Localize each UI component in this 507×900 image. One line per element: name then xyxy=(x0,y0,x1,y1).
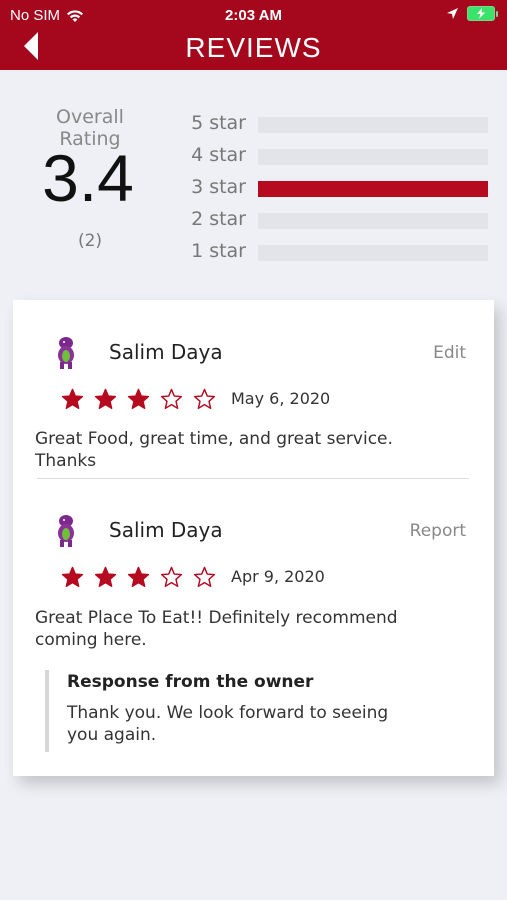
star-rating xyxy=(61,388,216,411)
rating-bar-4: 4 star xyxy=(186,144,491,168)
reviewer-name: Salim Daya xyxy=(109,518,223,542)
rating-bar-3: 3 star xyxy=(186,176,491,200)
review-comment: Great Place To Eat!! Definitely recommen… xyxy=(35,608,398,650)
reviewer-name: Salim Daya xyxy=(109,340,223,364)
purple-dinosaur-avatar xyxy=(58,337,74,369)
star-filled-icon xyxy=(61,566,84,588)
star-outline-icon xyxy=(193,566,216,588)
rating-bar-2: 2 star xyxy=(186,208,491,232)
star-filled-icon xyxy=(127,566,150,588)
star-rating xyxy=(61,566,216,589)
rating-bar-label: 3 star xyxy=(191,176,246,198)
rating-bar-label: 5 star xyxy=(191,112,246,134)
star-filled-icon xyxy=(94,566,117,588)
overall-rating-value: 3.4 xyxy=(42,141,134,215)
star-filled-icon xyxy=(61,388,84,410)
purple-dinosaur-avatar xyxy=(58,515,74,547)
owner-response-text: Thank you. We look forward to seeing you… xyxy=(67,703,389,745)
rating-bar-track xyxy=(258,117,488,133)
star-outline-icon xyxy=(160,388,183,410)
report-review-link[interactable]: Report xyxy=(410,521,466,541)
location-arrow-icon xyxy=(447,8,458,19)
rating-bar-track xyxy=(258,181,488,197)
rating-bar-label: 4 star xyxy=(191,144,246,166)
star-outline-icon xyxy=(193,388,216,410)
status-bar: No SIM 2:03 AM xyxy=(0,4,507,26)
rating-bar-label: 2 star xyxy=(191,208,246,230)
rating-bar-track xyxy=(258,149,488,165)
review-comment: Great Food, great time, and great servic… xyxy=(35,429,393,471)
battery-charging-icon xyxy=(467,6,498,21)
star-outline-icon xyxy=(160,566,183,588)
rating-bar-fill xyxy=(258,181,488,197)
rating-bar-1: 1 star xyxy=(186,240,491,264)
reviews-card: Salim Daya Edit May 6, 2020 Great Food, … xyxy=(13,300,494,776)
page-title: REVIEWS xyxy=(185,32,322,63)
star-filled-icon xyxy=(127,388,150,410)
owner-response: Response from the owner Thank you. We lo… xyxy=(45,670,429,752)
rating-bar-track xyxy=(258,245,488,261)
header-bar: No SIM 2:03 AM REVIEWS xyxy=(0,0,507,70)
clock: 2:03 AM xyxy=(225,7,282,24)
owner-response-title: Response from the owner xyxy=(67,672,314,692)
rating-bar-label: 1 star xyxy=(191,240,246,262)
review-divider xyxy=(37,478,469,479)
rating-bar-5: 5 star xyxy=(186,112,491,136)
rating-bar-track xyxy=(258,213,488,229)
star-filled-icon xyxy=(94,388,117,410)
status-right-icons xyxy=(446,6,498,21)
review-date: May 6, 2020 xyxy=(231,389,331,408)
rating-count: (2) xyxy=(77,231,103,251)
review-date: Apr 9, 2020 xyxy=(231,567,325,586)
edit-review-link[interactable]: Edit xyxy=(433,343,466,363)
